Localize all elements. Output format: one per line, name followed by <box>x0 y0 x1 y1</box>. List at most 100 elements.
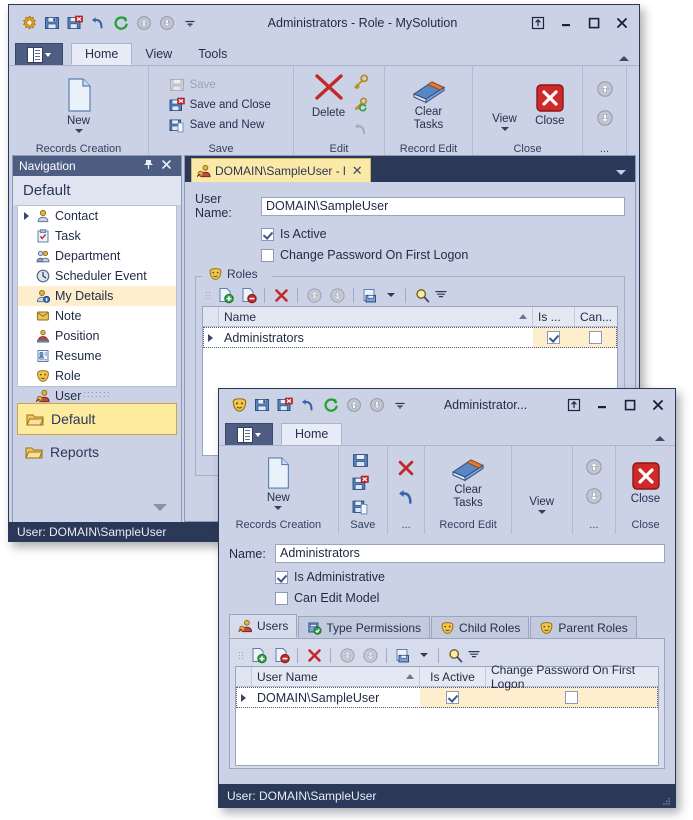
sidebar-item-role[interactable]: Role <box>18 366 176 386</box>
sidebar-item-note[interactable]: Note <box>18 306 176 326</box>
sidebar-item-position[interactable]: Position <box>18 326 176 346</box>
previous-object-icon[interactable] <box>134 13 154 33</box>
change-password-checkbox[interactable] <box>261 248 274 262</box>
move-up-icon[interactable] <box>337 646 357 665</box>
change-password-button[interactable] <box>350 73 371 95</box>
column-header-is-active[interactable]: Is Active <box>420 667 486 686</box>
refresh-icon[interactable] <box>111 13 131 33</box>
export-dropdown-icon[interactable] <box>387 293 395 297</box>
refresh-icon[interactable] <box>321 395 341 415</box>
column-header-can-edit-model[interactable]: Can... <box>575 307 617 326</box>
sidebar-item-task[interactable]: Task <box>18 226 176 246</box>
collapse-ribbon-icon[interactable] <box>655 436 665 441</box>
move-down-button[interactable] <box>596 109 614 130</box>
column-header-change-password[interactable]: Change Password On First Logon <box>486 663 658 691</box>
user-name-input[interactable] <box>261 196 625 216</box>
change-password-row[interactable]: Change Password On First Logon <box>195 248 625 262</box>
move-up-icon[interactable] <box>304 286 324 305</box>
move-up-button[interactable] <box>585 458 603 479</box>
sidebar-item-department[interactable]: Department <box>18 246 176 266</box>
new-record-icon[interactable] <box>248 646 268 665</box>
save-and-close-icon[interactable] <box>65 13 85 33</box>
customize-quick-access-icon[interactable] <box>390 395 410 415</box>
move-down-icon[interactable] <box>327 286 347 305</box>
maximize-button[interactable] <box>581 12 607 34</box>
table-row[interactable]: Administrators <box>203 327 617 348</box>
tab-type-permissions[interactable]: Type Permissions <box>298 616 431 638</box>
undo-ribbon-button[interactable] <box>396 486 416 509</box>
navigation-overflow-icon[interactable] <box>153 504 167 511</box>
next-object-icon[interactable] <box>367 395 387 415</box>
column-header-user-name[interactable]: User Name <box>252 667 420 686</box>
save-and-new-button[interactable] <box>349 497 376 516</box>
row-checkbox[interactable] <box>446 691 459 704</box>
navigation-group-default[interactable]: Default <box>17 403 177 435</box>
cell-is-administrative[interactable] <box>533 327 575 348</box>
toolbar-drag-handle[interactable] <box>239 648 244 663</box>
delete-x-icon[interactable] <box>271 286 291 305</box>
role-name-input[interactable] <box>275 544 665 563</box>
close-button-ribbon[interactable]: Close <box>627 461 665 506</box>
restore-layout-icon[interactable] <box>525 12 551 34</box>
undo-icon[interactable] <box>88 13 108 33</box>
is-active-row[interactable]: Is Active <box>195 227 625 241</box>
sidebar-item-user[interactable]: User <box>18 386 176 406</box>
save-and-new-button[interactable]: Save and New <box>165 116 278 134</box>
previous-object-icon[interactable] <box>344 395 364 415</box>
can-edit-model-checkbox[interactable] <box>275 591 288 605</box>
cell-can-edit-model[interactable] <box>575 327 617 348</box>
ribbon-tab-tools[interactable]: Tools <box>185 43 240 65</box>
filter-icon[interactable] <box>445 646 465 665</box>
resize-grip[interactable] <box>662 795 671 805</box>
clear-tasks-button[interactable]: Clear Tasks <box>389 76 468 133</box>
tab-users[interactable]: Users <box>229 614 298 638</box>
save-and-close-button[interactable] <box>349 474 372 496</box>
export-icon[interactable] <box>360 286 380 305</box>
close-icon[interactable]: ✕ <box>350 163 365 179</box>
sidebar-item-scheduler-event[interactable]: Scheduler Event <box>18 266 176 286</box>
filter-icon[interactable] <box>412 286 432 305</box>
save-icon[interactable] <box>42 13 62 33</box>
unlink-record-icon[interactable] <box>271 646 291 665</box>
ribbon-tab-home[interactable]: Home <box>71 43 133 65</box>
save-button[interactable] <box>349 451 372 473</box>
delete-button[interactable]: Delete <box>308 73 350 120</box>
maximize-button[interactable] <box>617 394 643 416</box>
move-down-button[interactable] <box>585 487 603 508</box>
application-menu-button[interactable] <box>225 423 273 445</box>
row-checkbox[interactable] <box>547 331 560 344</box>
tab-child-roles[interactable]: Child Roles <box>431 616 530 638</box>
collapse-ribbon-icon[interactable] <box>619 56 629 61</box>
next-object-icon[interactable] <box>157 13 177 33</box>
undo-icon[interactable] <box>298 395 318 415</box>
filter-dropdown-icon[interactable] <box>468 648 480 662</box>
is-administrative-checkbox[interactable] <box>275 570 288 584</box>
customize-quick-access-icon[interactable] <box>180 13 200 33</box>
move-up-button[interactable] <box>596 80 614 101</box>
row-checkbox[interactable] <box>589 331 602 344</box>
can-edit-model-row[interactable]: Can Edit Model <box>229 591 665 605</box>
toolbar-drag-handle[interactable] <box>206 288 211 303</box>
filter-dropdown-icon[interactable] <box>435 288 447 302</box>
row-checkbox[interactable] <box>565 691 578 704</box>
move-down-icon[interactable] <box>360 646 380 665</box>
app-logo-icon[interactable] <box>19 13 39 33</box>
delete-x-icon[interactable] <box>304 646 324 665</box>
unlink-record-icon[interactable] <box>238 286 258 305</box>
save-icon[interactable] <box>252 395 272 415</box>
undo-ribbon-button[interactable] <box>350 119 371 141</box>
close-icon[interactable] <box>158 159 175 173</box>
minimize-button[interactable] <box>589 394 615 416</box>
column-header-is-administrative[interactable]: Is ... <box>533 307 575 326</box>
sidebar-item-my-details[interactable]: My Details <box>18 286 176 306</box>
new-button[interactable]: New <box>52 75 106 136</box>
reset-password-button[interactable] <box>350 96 371 118</box>
minimize-button[interactable] <box>553 12 579 34</box>
close-button[interactable] <box>645 394 671 416</box>
sidebar-item-resume[interactable]: Resume <box>18 346 176 366</box>
close-button[interactable] <box>609 12 635 34</box>
document-tabs-menu-icon[interactable] <box>616 170 626 175</box>
save-and-close-icon[interactable] <box>275 395 295 415</box>
is-active-checkbox[interactable] <box>261 227 274 241</box>
ribbon-tab-home[interactable]: Home <box>281 423 343 445</box>
